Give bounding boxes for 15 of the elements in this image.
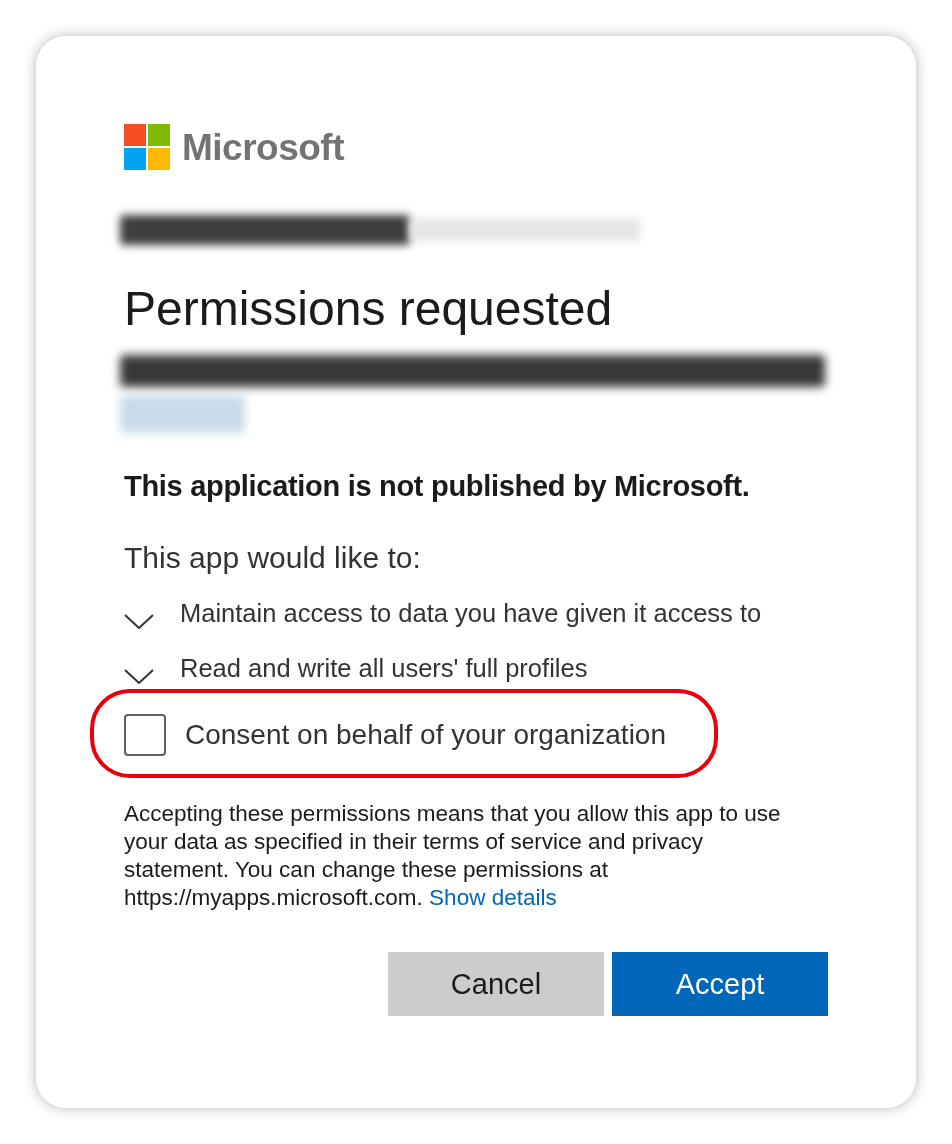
chevron-down-icon[interactable] — [124, 669, 154, 684]
logo-icon — [124, 124, 170, 170]
cancel-button[interactable]: Cancel — [388, 952, 604, 1016]
consent-checkbox[interactable] — [124, 714, 166, 756]
chevron-down-icon[interactable] — [124, 614, 154, 629]
consent-label[interactable]: Consent on behalf of your organization — [185, 719, 666, 751]
permission-label[interactable]: Maintain access to data you have given it access to — [180, 599, 762, 627]
logo-wordmark: Microsoft — [182, 128, 344, 166]
dialog-title: Permissions requested — [124, 282, 614, 335]
accept-button[interactable]: Accept — [612, 952, 828, 1016]
permission-label[interactable]: Read and write all users' full profiles — [180, 654, 588, 682]
show-details-link[interactable]: Show details — [429, 885, 557, 910]
permissions-heading: This app would like to: — [124, 542, 422, 574]
disclaimer-text: Accepting these permissions means that you allow this app to use your data as specified in their terms of service and privacy statement. You can change these permissions at https://myapps.microsoft.com. Show details — [124, 800, 782, 912]
publisher-notice: This application is not published by Microsoft. — [124, 470, 751, 502]
